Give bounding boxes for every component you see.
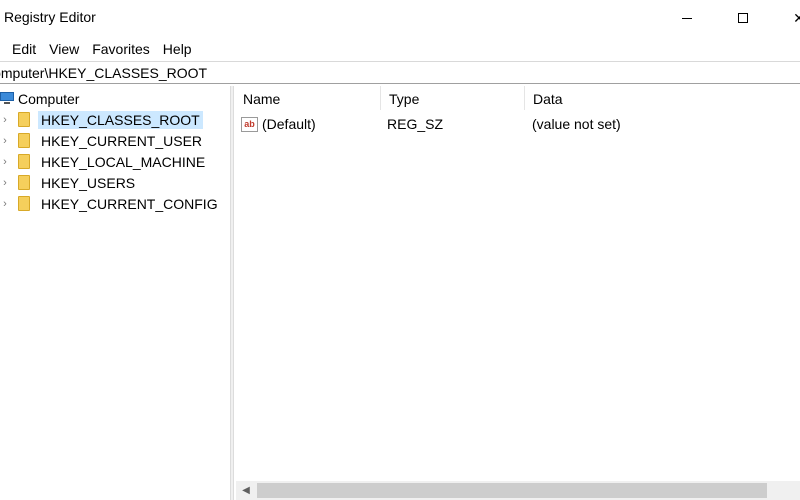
tree-item-hkey-users[interactable]: › HKEY_USERS — [0, 172, 138, 193]
value-name-cell: ab (Default) — [241, 116, 316, 132]
string-value-icon: ab — [241, 116, 258, 132]
tree-item-label: HKEY_CURRENT_CONFIG — [41, 195, 218, 212]
value-data: (value not set) — [532, 116, 621, 132]
value-type: REG_SZ — [387, 116, 444, 132]
tree-item-hkey-current-config[interactable]: › HKEY_CURRENT_CONFIG — [0, 193, 221, 214]
close-icon: ✕ — [793, 9, 800, 26]
tree-item-label: HKEY_CURRENT_USER — [41, 132, 203, 149]
scrollbar-thumb[interactable] — [257, 483, 767, 498]
menu-edit[interactable]: Edit — [0, 37, 43, 59]
menu-help[interactable]: Help — [157, 37, 199, 59]
tree-item-label: HKEY_CLASSES_ROOT — [38, 110, 203, 129]
tree-item-hkey-local-machine[interactable]: › HKEY_LOCAL_MACHINE — [0, 151, 208, 172]
column-header-type[interactable]: Type — [381, 86, 525, 110]
expand-chevron-icon[interactable]: › — [0, 198, 10, 210]
tree-item-computer[interactable]: Computer — [0, 88, 79, 109]
menu-view[interactable]: View — [43, 37, 86, 59]
expand-chevron-icon[interactable]: › — [0, 156, 10, 168]
value-row-default[interactable]: ab (Default) REG_SZ (value not set) — [235, 113, 800, 135]
values-list-pane[interactable]: Name Type Data ab (Default) REG_SZ (valu… — [235, 86, 800, 500]
tree-item-label: Computer — [18, 90, 80, 107]
title-bar[interactable]: Registry Editor ✕ — [0, 0, 800, 36]
window-title: Registry Editor — [4, 9, 96, 25]
tree-item-hkey-current-user[interactable]: › HKEY_CURRENT_USER — [0, 130, 205, 151]
tree-pane[interactable]: Computer › HKEY_CLASSES_ROOT › HKEY_CURR… — [0, 86, 230, 500]
address-path[interactable]: Computer\HKEY_CLASSES_ROOT — [0, 65, 207, 81]
folder-icon — [18, 175, 30, 190]
computer-icon — [0, 92, 14, 105]
column-header-data[interactable]: Data — [525, 86, 800, 110]
menu-favorites[interactable]: Favorites — [86, 37, 157, 59]
expand-chevron-icon[interactable]: › — [0, 177, 10, 189]
close-button[interactable]: ✕ — [776, 0, 800, 36]
tree-item-label: HKEY_LOCAL_MACHINE — [41, 153, 206, 170]
value-name: (Default) — [262, 116, 316, 132]
pane-splitter[interactable] — [230, 86, 234, 500]
minimize-button[interactable] — [664, 0, 710, 36]
minimize-icon — [682, 17, 692, 19]
expand-chevron-icon[interactable]: › — [0, 114, 10, 126]
folder-icon — [18, 154, 30, 169]
registry-editor-window: Registry Editor ✕ Edit View Favorites He… — [0, 0, 800, 500]
scroll-left-arrow-icon[interactable]: ◀ — [236, 481, 256, 500]
tree-item-hkey-classes-root[interactable]: › HKEY_CLASSES_ROOT — [0, 109, 203, 130]
expand-chevron-icon[interactable]: › — [0, 135, 10, 147]
maximize-button[interactable] — [720, 0, 766, 36]
folder-icon — [18, 112, 30, 127]
maximize-icon — [738, 13, 748, 23]
folder-icon — [18, 196, 30, 211]
folder-icon — [18, 133, 30, 148]
horizontal-scrollbar[interactable]: ◀ — [236, 481, 800, 500]
tree-item-label: HKEY_USERS — [41, 174, 136, 191]
menu-bar: Edit View Favorites Help — [0, 37, 199, 59]
column-header-name[interactable]: Name — [235, 86, 381, 110]
address-bar[interactable]: Computer\HKEY_CLASSES_ROOT — [0, 61, 800, 84]
